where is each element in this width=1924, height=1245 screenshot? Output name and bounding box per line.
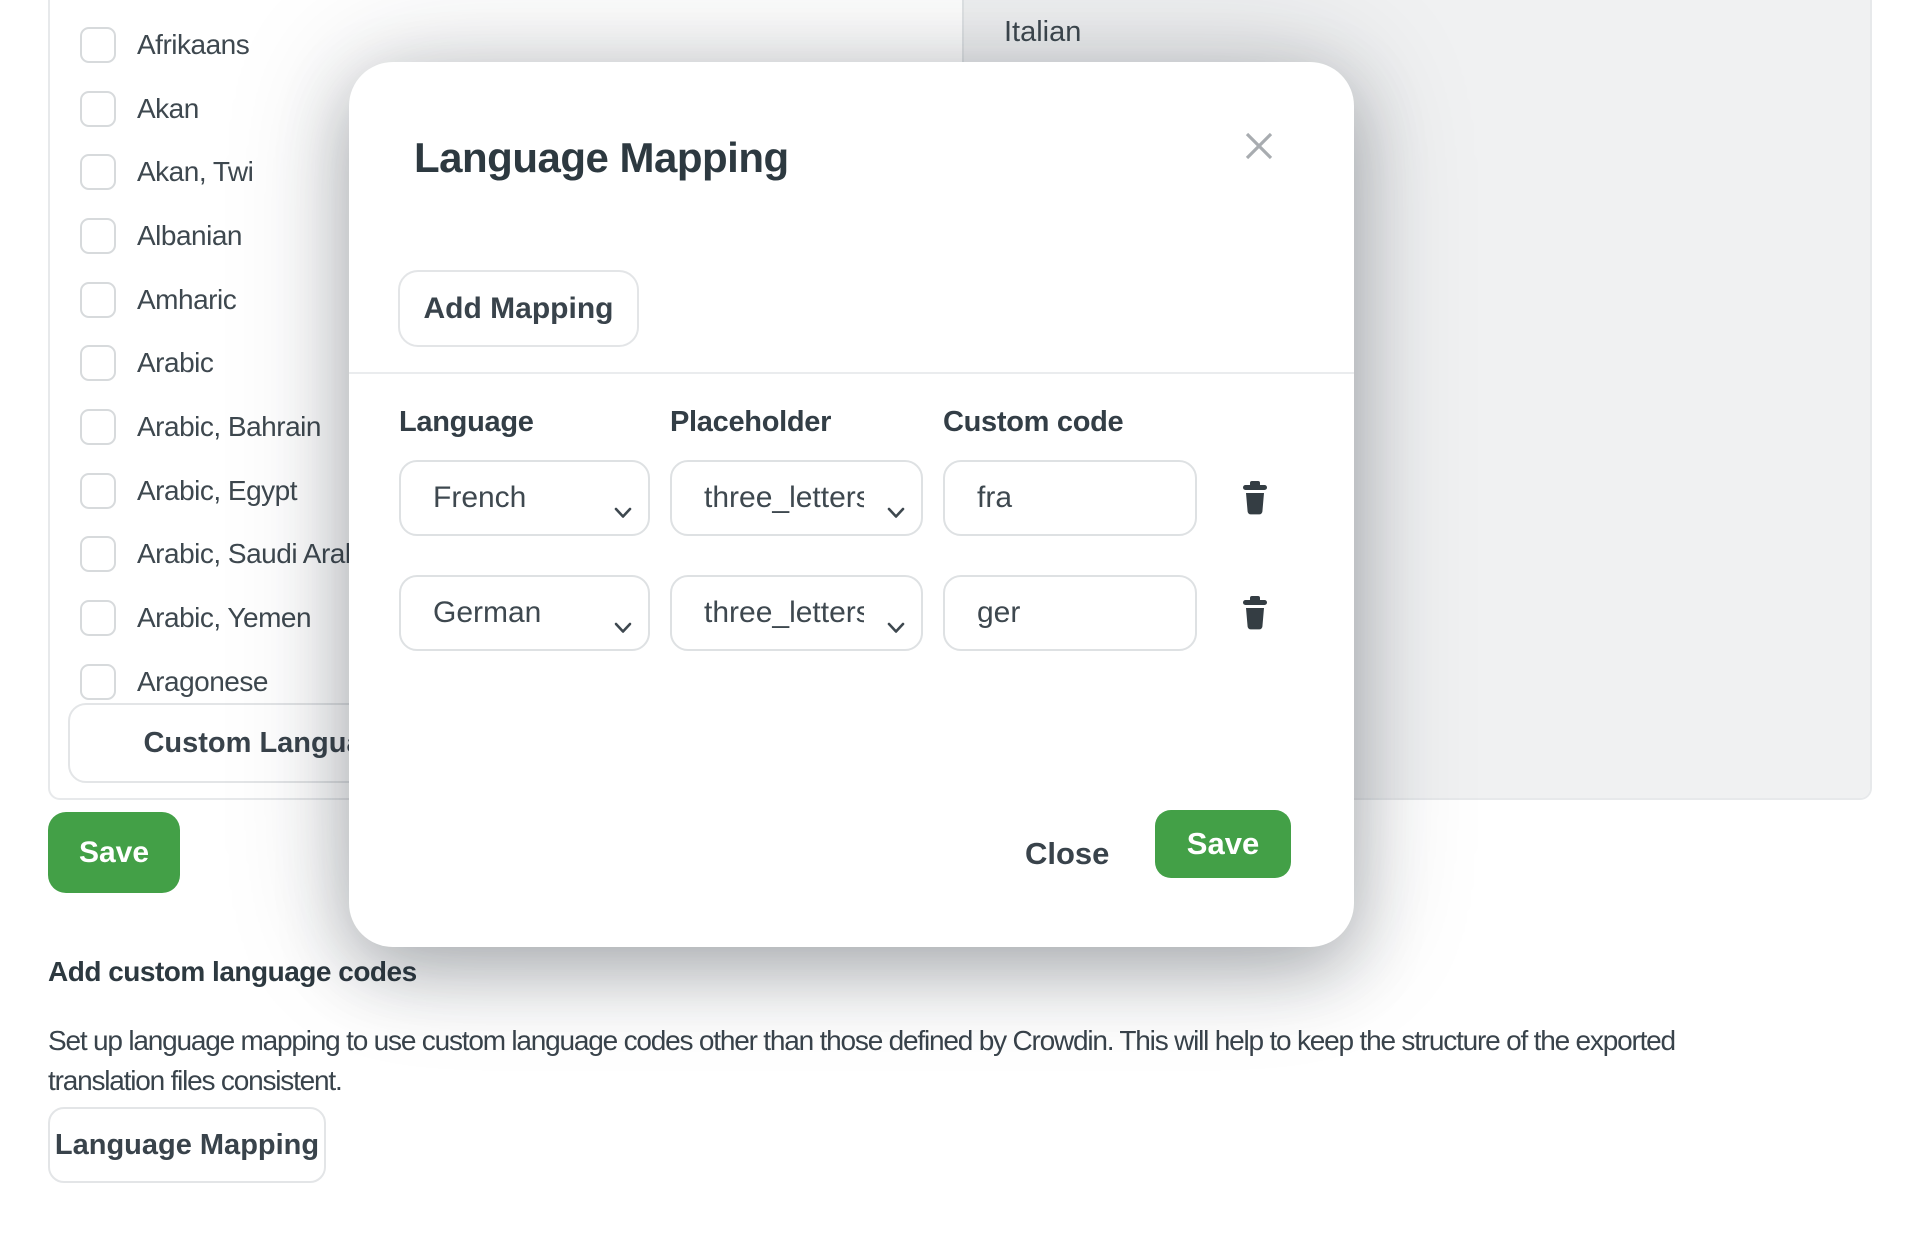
- language-select[interactable]: French: [399, 460, 650, 536]
- language-label: Arabic, Saudi Arabia: [137, 536, 381, 572]
- selected-value: German: [433, 577, 541, 649]
- checkbox[interactable]: [80, 536, 116, 572]
- divider: [349, 372, 1354, 374]
- language-label: Afrikaans: [137, 27, 249, 63]
- language-label: Akan, Twi: [137, 154, 253, 190]
- modal-close-button[interactable]: Close: [1025, 834, 1109, 874]
- language-label: Amharic: [137, 282, 236, 318]
- selected-value: three_letters_code: [704, 577, 864, 649]
- checkbox[interactable]: [80, 282, 116, 318]
- selected-value: French: [433, 462, 526, 534]
- modal-title: Language Mapping: [414, 134, 789, 182]
- trash-icon[interactable]: [1241, 596, 1269, 630]
- checkbox[interactable]: [80, 154, 116, 190]
- custom-code-input[interactable]: [943, 575, 1197, 651]
- checkbox[interactable]: [80, 600, 116, 636]
- column-header-language: Language: [399, 406, 534, 439]
- section-heading: Add custom language codes: [48, 956, 417, 988]
- section-description: Set up language mapping to use custom la…: [48, 1021, 1675, 1101]
- custom-code-input[interactable]: [943, 460, 1197, 536]
- close-icon[interactable]: [1243, 130, 1275, 162]
- language-select[interactable]: German: [399, 575, 650, 651]
- language-mapping-button[interactable]: Language Mapping: [48, 1107, 326, 1183]
- trash-icon[interactable]: [1241, 481, 1269, 515]
- checkbox[interactable]: [80, 218, 116, 254]
- language-label: Arabic, Egypt: [137, 473, 297, 509]
- checkbox[interactable]: [80, 473, 116, 509]
- checkbox[interactable]: [80, 27, 116, 63]
- chevron-down-icon: [614, 493, 632, 527]
- selected-value: three_letters_code: [704, 462, 864, 534]
- language-label: Arabic: [137, 345, 213, 381]
- language-label: Akan: [137, 91, 199, 127]
- mapping-row: French three_letters_code: [349, 460, 1354, 536]
- language-label: Arabic, Yemen: [137, 600, 311, 636]
- mapping-row: German three_letters_code: [349, 575, 1354, 651]
- modal-save-button[interactable]: Save: [1155, 810, 1291, 878]
- checkbox[interactable]: [80, 91, 116, 127]
- placeholder-select[interactable]: three_letters_code: [670, 575, 923, 651]
- chevron-down-icon: [614, 608, 632, 642]
- chevron-down-icon: [887, 608, 905, 642]
- selected-language-item[interactable]: Italian: [1004, 16, 1081, 49]
- checkbox[interactable]: [80, 345, 116, 381]
- column-header-placeholder: Placeholder: [670, 406, 831, 439]
- language-label: Arabic, Bahrain: [137, 409, 321, 445]
- description-line: translation files consistent.: [48, 1061, 1675, 1101]
- add-mapping-button[interactable]: Add Mapping: [398, 270, 639, 347]
- page-save-button[interactable]: Save: [48, 812, 180, 893]
- language-label: Aragonese: [137, 664, 268, 700]
- language-label: Albanian: [137, 218, 242, 254]
- language-mapping-modal: Language Mapping Add Mapping Language Pl…: [349, 62, 1354, 947]
- checkbox[interactable]: [80, 409, 116, 445]
- checkbox[interactable]: [80, 664, 116, 700]
- placeholder-select[interactable]: three_letters_code: [670, 460, 923, 536]
- column-header-custom-code: Custom code: [943, 406, 1123, 439]
- description-line: Set up language mapping to use custom la…: [48, 1021, 1675, 1061]
- chevron-down-icon: [887, 493, 905, 527]
